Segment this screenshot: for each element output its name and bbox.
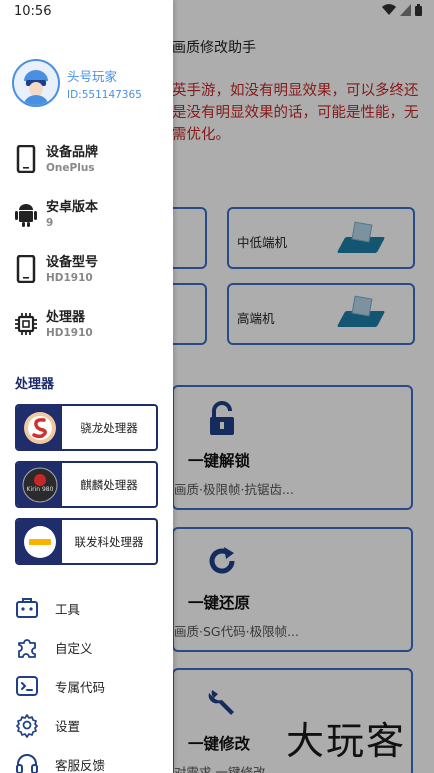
snapdragon-label: 骁龙处理器 (80, 420, 138, 435)
watermark-logo: 大玩客 (286, 719, 407, 763)
device-brand-label: 设备品牌 (46, 145, 99, 160)
processor-value: HD1910 (46, 327, 93, 339)
menu-label-tools: 工具 (55, 601, 81, 617)
menu-item-custom[interactable]: 自定义 (14, 632, 164, 662)
menu-label-exclusive-code: 专属代码 (55, 679, 106, 695)
menu-item-feedback[interactable]: 客服反馈 (14, 749, 164, 773)
user-id: ID:551147365 (67, 88, 142, 101)
gear-icon (16, 714, 38, 738)
processor-section-title: 处理器 (15, 377, 55, 392)
puzzle-icon (18, 639, 36, 658)
battery-icon (415, 4, 422, 16)
phone-icon (16, 145, 36, 173)
processor-item: 处理器 HD1910 (12, 306, 162, 350)
svg-text:Kirin 980: Kirin 980 (26, 486, 53, 493)
snapdragon-button[interactable]: 骁龙处理器 (15, 404, 158, 451)
device-model-item: 设备型号 HD1910 (12, 251, 162, 295)
snapdragon-logo (17, 406, 62, 449)
android-icon (15, 204, 37, 227)
device-brand-item: 设备品牌 OnePlus (12, 141, 162, 185)
status-icons (382, 4, 422, 16)
drawer-scrim[interactable] (173, 0, 434, 773)
android-version-value: 9 (46, 217, 54, 229)
android-version-item: 安卓版本 9 (12, 196, 162, 240)
menu-label-custom: 自定义 (55, 640, 93, 656)
processor-label: 处理器 (46, 310, 86, 325)
menu-item-tools[interactable]: 工具 (14, 593, 164, 623)
menu-item-exclusive-code[interactable]: 专属代码 (14, 671, 164, 701)
headset-icon (16, 754, 38, 773)
kirin-label: 麒麟处理器 (80, 477, 138, 492)
device-model-value: HD1910 (46, 272, 93, 284)
avatar (12, 59, 60, 107)
toolbox-icon (16, 598, 38, 618)
menu-label-feedback: 客服反馈 (55, 757, 106, 773)
kirin-logo: Kirin 980 (17, 463, 62, 506)
mediatek-logo (17, 520, 62, 563)
menu-label-settings: 设置 (55, 718, 81, 734)
kirin-button[interactable]: Kirin 980 麒麟处理器 (15, 461, 158, 508)
avatar-icon (14, 61, 58, 105)
mediatek-label: 联发科处理器 (74, 534, 144, 549)
device-model-label: 设备型号 (46, 255, 99, 270)
user-name: 头号玩家 (67, 68, 118, 84)
user-profile[interactable]: 头号玩家 ID:551147365 (12, 59, 142, 107)
wifi-icon (382, 4, 396, 16)
menu-item-settings[interactable]: 设置 (14, 710, 164, 740)
navigation-drawer: 头号玩家 ID:551147365 设备品牌 OnePlus 安卓版本 9 设备… (0, 0, 173, 773)
terminal-icon (16, 676, 38, 696)
status-time: 10:56 (14, 4, 52, 19)
mediatek-button[interactable]: 联发科处理器 (15, 518, 158, 565)
chip-icon (15, 313, 37, 335)
android-version-label: 安卓版本 (46, 200, 99, 215)
phone-icon (16, 255, 36, 283)
signal-icon (400, 4, 411, 16)
device-brand-value: OnePlus (46, 162, 95, 174)
